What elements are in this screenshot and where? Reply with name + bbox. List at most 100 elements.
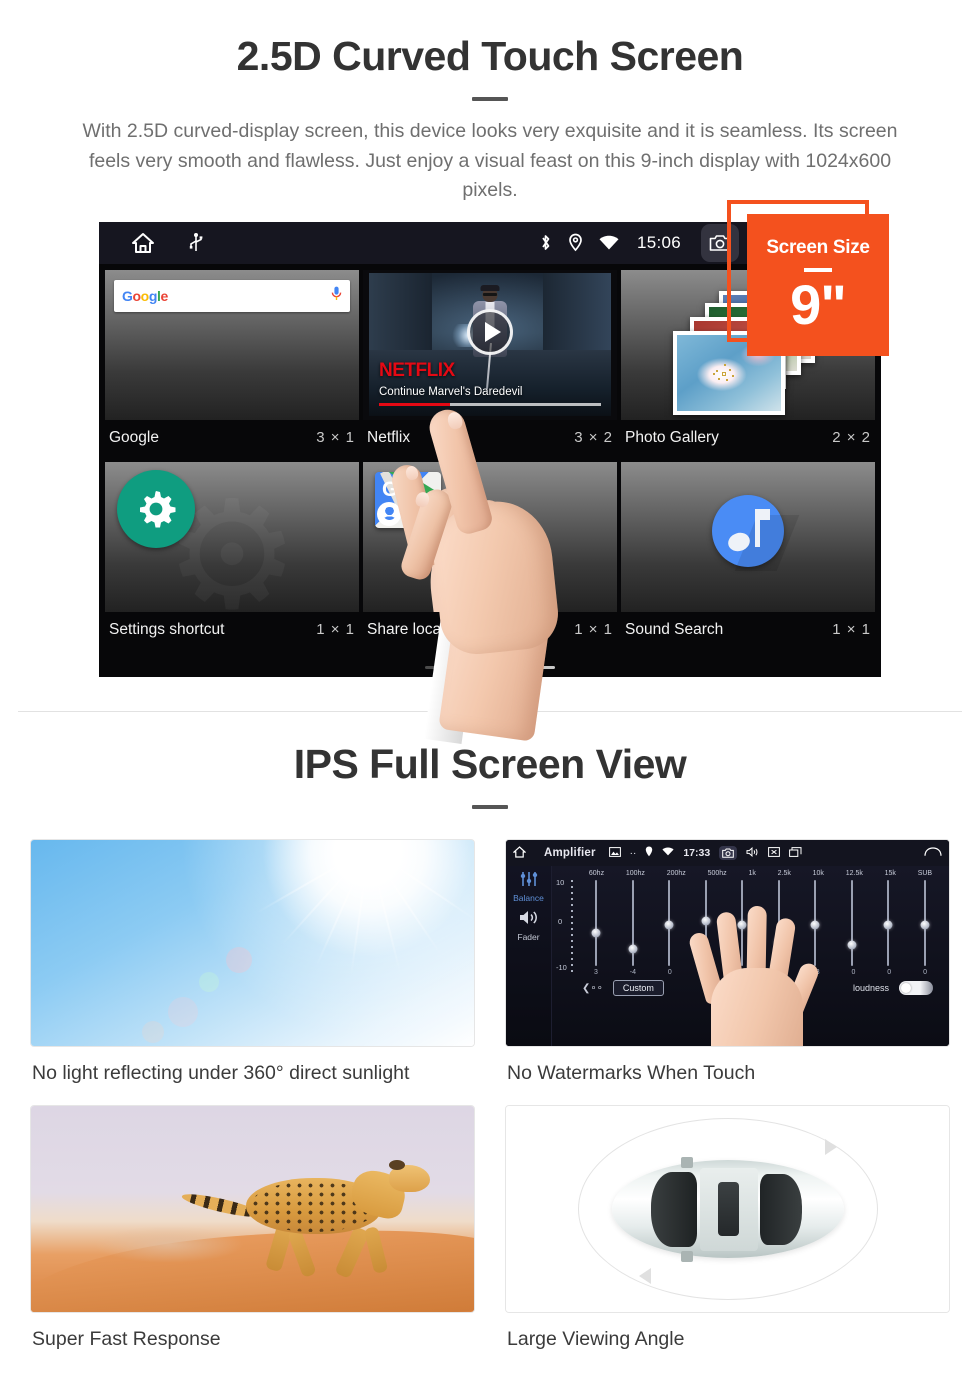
device-screenshot-wrapper: 15:06 Google Google 3 × 1 NETFLIX Contin… [99,199,889,745]
widget-size: 3 × 1 [316,429,355,447]
widget-card-netflix[interactable]: NETFLIX Continue Marvel's Daredevil Netf… [363,269,617,458]
home-icon[interactable] [512,845,527,861]
section-description: With 2.5D curved-display screen, this de… [82,120,898,202]
bluetooth-icon[interactable] [539,233,552,252]
blue-sky-image [31,840,474,1047]
widget-preview-sound-search [621,461,875,612]
freq-label: 1k [748,870,756,878]
freq-label: 10k [812,870,824,878]
netflix-progress-bar [379,402,601,406]
y-axis-tick: -10 [556,963,567,973]
eq-slider[interactable] [920,880,930,967]
balance-icon[interactable] [519,871,539,892]
location-icon[interactable] [568,233,583,252]
eq-slider[interactable] [664,880,674,967]
music-note-icon[interactable] [712,494,800,571]
widget-label: Photo Gallery [625,428,719,446]
preset-button[interactable]: Custom [612,980,664,997]
y-axis-tick: 10 [556,878,565,888]
gallery-icon[interactable] [608,846,621,860]
freq-label: 100hz [625,870,645,878]
amplifier-status-bar: Amplifier ·· 17:33 [506,840,949,867]
more-icon[interactable]: ·· [630,848,637,859]
loudness-label: loudness [852,983,889,994]
badge-divider [804,267,832,272]
equalizer-y-axis: 10 0 -10 [556,878,576,973]
eq-slider[interactable] [847,880,857,967]
fader-icon[interactable] [518,909,540,931]
google-search-bar[interactable]: Google [114,279,350,312]
screen-size-badge: Screen Size 9" [747,213,889,356]
google-logo: Google [122,287,168,304]
usb-icon[interactable] [189,232,203,253]
volume-icon[interactable] [746,846,759,860]
freq-label: 12.5k [845,870,863,878]
widget-preview-netflix: NETFLIX Continue Marvel's Daredevil [363,269,617,420]
loudness-toggle[interactable] [899,981,933,996]
feature-image-amplifier: Amplifier ·· 17:33 Balance Fader 60hz 10… [505,839,950,1048]
amplifier-title: Amplifier [544,847,596,860]
balance-label[interactable]: Balance [513,893,544,903]
title-underline [472,97,508,102]
page-dot-active[interactable] [521,665,555,669]
netflix-caption: Continue Marvel's Daredevil [379,385,523,398]
cheetah-image [31,1106,474,1313]
page-indicator[interactable] [99,665,881,669]
cheetah-illustration [180,1160,430,1279]
eq-value: 0 [923,969,927,977]
widget-card-settings-shortcut[interactable]: ⚙ Settings shortcut 1 × 1 [105,461,359,650]
feature-caption: No Watermarks When Touch [507,1062,756,1085]
widget-label: Settings shortcut [109,620,225,638]
widget-label: Share location [367,620,467,638]
ips-full-screen-view-section: IPS Full Screen View No light reflecting… [0,712,980,1372]
feature-card-no-watermarks: Amplifier ·· 17:33 Balance Fader 60hz 10… [505,839,950,1105]
status-bar-time: 15:06 [636,232,681,252]
widget-size: 2 × 2 [832,429,871,447]
feature-card-sunlight: No light reflecting under 360° direct su… [30,839,475,1105]
back-icon[interactable] [924,846,942,860]
widget-preview-settings: ⚙ [105,461,359,612]
section2-underline [472,805,508,810]
close-icon[interactable] [768,846,781,860]
camera-icon[interactable] [719,846,738,861]
widget-size: 3 × 2 [574,429,613,447]
home-icon[interactable] [131,232,155,254]
mic-icon[interactable] [331,286,342,306]
eq-slider[interactable] [591,880,601,967]
page-dot[interactable] [473,665,507,669]
page-title: 2.5D Curved Touch Screen [236,33,744,79]
eq-slider[interactable] [883,880,893,967]
widget-card-sound-search[interactable]: Sound Search 1 × 1 [621,461,875,650]
recents-icon[interactable] [789,846,802,860]
amplifier-sidebar: Balance Fader [506,866,552,1047]
equalizer-panel: 60hz 100hz 200hz 500hz 1k 2.5k 10k 12.5k… [552,866,949,1047]
fader-label[interactable]: Fader [517,932,539,942]
freq-label: 500hz [707,870,727,878]
orbit-arrow-icon [638,1267,651,1284]
location-icon[interactable] [645,846,653,860]
widget-label: Google [109,428,159,446]
feature-caption: Large Viewing Angle [507,1328,685,1351]
screen-size-value: 9" [790,272,847,336]
widget-card-share-location[interactable]: G Share location 1 × 1 [363,461,617,650]
wifi-icon[interactable] [599,235,619,251]
page-dot[interactable] [425,665,459,669]
play-button-icon[interactable] [467,308,513,355]
hand-overlay [687,905,821,1047]
feature-card-fast-response: Super Fast Response [30,1105,475,1371]
frequency-labels: 60hz 100hz 200hz 500hz 1k 2.5k 10k 12.5k… [556,870,943,877]
curved-touch-screen-section: 2.5D Curved Touch Screen With 2.5D curve… [0,0,980,745]
amplifier-time: 17:33 [683,847,711,860]
car-illustration [611,1156,844,1263]
widget-label: Netflix [367,428,411,446]
feature-image-car [505,1105,950,1314]
wifi-icon[interactable] [662,847,674,859]
maps-icon[interactable]: G [375,471,441,528]
widget-card-google[interactable]: Google Google 3 × 1 [105,269,359,458]
eq-slider[interactable] [628,880,638,967]
feature-image-sunlight [30,839,475,1048]
widget-label: Sound Search [625,620,724,638]
gear-icon[interactable] [117,469,195,548]
google-g-letter: G [382,477,399,501]
back-arrow-icon[interactable]: ❮∘∘ [582,983,603,994]
